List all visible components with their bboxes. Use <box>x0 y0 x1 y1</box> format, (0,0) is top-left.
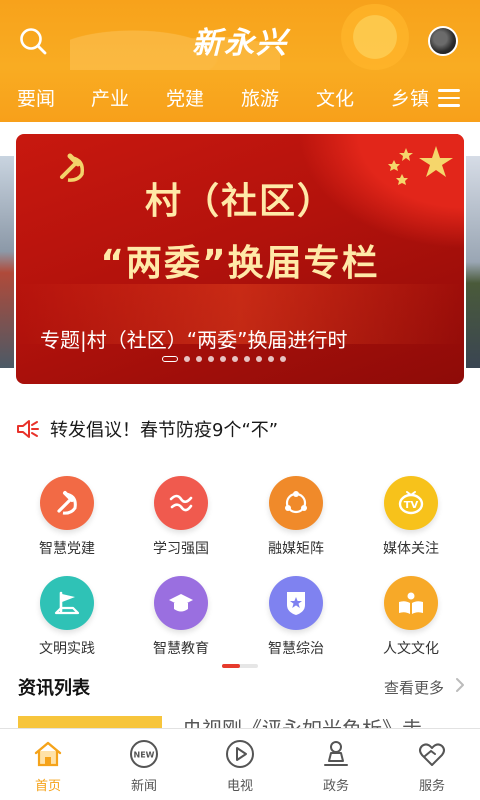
menu-icon[interactable] <box>438 88 462 108</box>
carousel-dot[interactable] <box>244 356 250 362</box>
news-section-title: 资讯列表 <box>18 678 90 699</box>
grid-item-zhihui-dangjian[interactable]: 智慧党建 <box>12 476 122 566</box>
carousel-dot[interactable] <box>280 356 286 362</box>
nav-news[interactable]: NEW 新闻 <box>96 729 192 800</box>
nav-service[interactable]: 服务 <box>384 729 480 800</box>
carousel-dot[interactable] <box>232 356 238 362</box>
police-badge-icon <box>269 576 323 630</box>
svg-text:NEW: NEW <box>134 751 155 760</box>
news-icon: NEW <box>130 740 158 768</box>
flag-icon <box>40 576 94 630</box>
news-item-title[interactable]: 央视刚《评永如光鱼析》走 <box>182 716 462 728</box>
prev-slide-peek[interactable] <box>0 156 14 368</box>
nav-home[interactable]: 首页 <box>0 729 96 800</box>
orange-slice-decoration <box>340 4 410 70</box>
tab-yaowen[interactable]: 要闻 <box>17 82 55 116</box>
nav-label: 首页 <box>34 779 61 794</box>
app-header: 新永兴 要闻 产业 党建 旅游 文化 乡镇 <box>0 0 480 122</box>
grid-label: 学习强国 <box>153 541 209 557</box>
nav-label: 政务 <box>322 779 349 794</box>
grid-label: 智慧教育 <box>153 641 209 657</box>
carousel-dot[interactable] <box>220 356 226 362</box>
nav-label: 电视 <box>226 779 253 794</box>
notice-bar[interactable]: 转发倡议！春节防疫9个“不” <box>16 414 464 444</box>
grid-item-renwen-wenhua[interactable]: 人文文化 <box>356 576 466 666</box>
carousel-dot[interactable] <box>184 356 190 362</box>
app-logo: 新永兴 <box>192 26 288 61</box>
heart-hands-icon <box>419 743 445 766</box>
grid-label: 智慧党建 <box>39 541 95 557</box>
grid-page-indicator-active <box>222 664 240 668</box>
carousel-dot[interactable] <box>196 356 202 362</box>
graduation-cap-icon <box>154 576 208 630</box>
grid-label: 智慧综治 <box>268 641 324 657</box>
carousel-dot[interactable] <box>256 356 262 362</box>
search-icon[interactable] <box>18 26 48 56</box>
book-icon <box>384 576 438 630</box>
banner-caption: 专题|村（社区）“两委”换届进行时 <box>40 328 348 352</box>
tab-lvyou[interactable]: 旅游 <box>241 82 279 116</box>
bottom-navigation: 首页 NEW 新闻 电视 政务 服务 <box>0 728 480 800</box>
channel-tabs: 要闻 产业 党建 旅游 文化 乡镇 <box>0 82 480 116</box>
nav-label: 服务 <box>418 779 445 794</box>
nav-government[interactable]: 政务 <box>288 729 384 800</box>
grid-item-meiti-guanzhu[interactable]: TV 媒体关注 <box>356 476 466 566</box>
carousel-dot[interactable] <box>162 356 178 362</box>
avatar[interactable] <box>428 26 458 56</box>
tab-wenhua[interactable]: 文化 <box>316 82 354 116</box>
carousel-indicators <box>162 356 286 362</box>
nav-tv[interactable]: 电视 <box>192 729 288 800</box>
grid-item-wenming-shijian[interactable]: 文明实践 <box>12 576 122 666</box>
tab-dangjian[interactable]: 党建 <box>166 82 204 116</box>
grid-label: 人文文化 <box>383 641 439 657</box>
play-icon <box>226 740 254 768</box>
party-emblem-icon <box>40 476 94 530</box>
grid-item-rongmei-juzhen[interactable]: 融媒矩阵 <box>241 476 351 566</box>
banner-headline: 村（社区） <box>144 181 335 222</box>
home-icon <box>34 741 62 767</box>
grid-label: 媒体关注 <box>383 541 439 557</box>
banner-subheadline: “两委”换届专栏 <box>100 243 380 284</box>
grid-page-indicator <box>222 664 258 668</box>
government-icon <box>324 741 348 766</box>
megaphone-icon <box>17 420 39 438</box>
carousel-dot[interactable] <box>208 356 214 362</box>
grid-item-xuexi-qiangguo[interactable]: 学习强国 <box>126 476 236 566</box>
tab-chanye[interactable]: 产业 <box>91 82 129 116</box>
grid-item-zhihui-jiaoyu[interactable]: 智慧教育 <box>126 576 236 666</box>
share-network-icon <box>269 476 323 530</box>
svg-text:TV: TV <box>404 500 419 511</box>
banner-carousel[interactable]: 村（社区） “两委”换届专栏 专题|村（社区）“两委”换届进行时 <box>16 134 464 384</box>
next-slide-peek[interactable] <box>466 156 480 368</box>
xuexi-icon <box>154 476 208 530</box>
chevron-right-icon[interactable] <box>454 676 466 694</box>
carousel-dot[interactable] <box>268 356 274 362</box>
grid-label: 融媒矩阵 <box>268 541 324 557</box>
notice-text: 转发倡议！春节防疫9个“不” <box>50 420 279 441</box>
tv-icon: TV <box>384 476 438 530</box>
view-more-link[interactable]: 查看更多 <box>384 677 444 698</box>
grid-label: 文明实践 <box>39 641 95 657</box>
grid-item-zhihui-zongzhi[interactable]: 智慧综治 <box>241 576 351 666</box>
nav-label: 新闻 <box>130 779 157 794</box>
tab-xiangzhen[interactable]: 乡镇 <box>391 82 429 116</box>
